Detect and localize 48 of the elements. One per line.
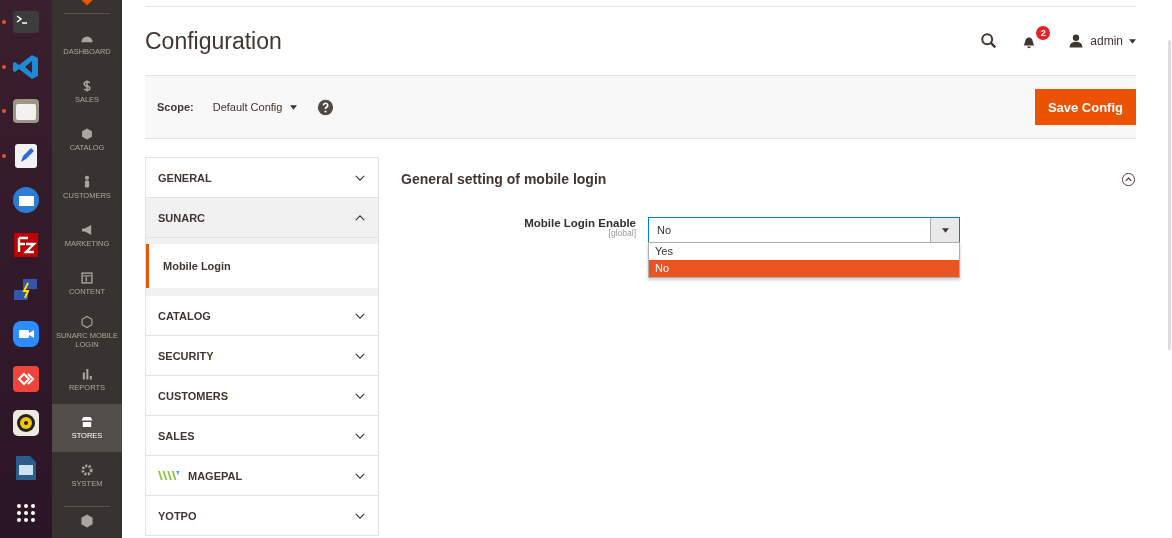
section-tab[interactable]: CUSTOMERS	[146, 376, 378, 416]
scope-label: Scope:	[157, 101, 194, 113]
section-tab[interactable]: CATALOG	[146, 296, 378, 336]
select-field[interactable]: No	[648, 217, 960, 243]
section-tab[interactable]: SALES	[146, 416, 378, 456]
section-tab[interactable]: YOTPO	[146, 496, 378, 536]
stores-icon	[80, 415, 94, 430]
scope-note: [global]	[608, 229, 636, 238]
chevron-up-icon	[355, 214, 365, 221]
dropdown-option[interactable]: No	[649, 260, 959, 277]
group-title: General setting of mobile login	[401, 171, 607, 187]
section-tab[interactable]: MAGEPAL	[146, 456, 378, 496]
scrollbar[interactable]	[1168, 40, 1171, 350]
search-icon[interactable]	[980, 32, 999, 50]
marketing-icon	[80, 223, 94, 238]
save-config-button[interactable]: Save Config	[1034, 89, 1136, 125]
chevron-down-icon	[355, 392, 365, 399]
notification-count: 2	[1036, 26, 1051, 40]
chevron-down-icon	[355, 352, 365, 359]
caret-icon	[1129, 38, 1136, 44]
chevron-down-icon	[355, 432, 365, 439]
field-label: Mobile Login Enable	[524, 217, 636, 229]
video-app-icon[interactable]	[11, 319, 41, 350]
page-title: Configuration	[145, 27, 282, 55]
catalog-icon	[80, 127, 94, 142]
collapse-icon[interactable]	[1121, 171, 1136, 187]
section-link[interactable]: Mobile Login	[146, 244, 378, 288]
remote-app-icon[interactable]	[11, 363, 41, 394]
chevron-down-icon	[355, 512, 365, 519]
scope-switcher[interactable]: Default Config	[212, 101, 298, 113]
user-icon	[1068, 33, 1085, 49]
stripes-logo-icon	[158, 470, 180, 481]
content-icon	[80, 271, 94, 286]
section-tab[interactable]: SECURITY	[146, 336, 378, 376]
section-tab[interactable]: SUNARC	[146, 198, 378, 238]
hexagon-icon	[80, 315, 94, 330]
chevron-down-icon	[355, 472, 365, 479]
chevron-down-icon	[355, 312, 365, 319]
caret-icon	[941, 227, 949, 233]
logo-icon	[80, 0, 94, 7]
mail-app-icon[interactable]	[11, 185, 41, 216]
chevron-down-icon	[355, 174, 365, 181]
user-menu[interactable]: admin	[1068, 33, 1136, 49]
dropdown-option[interactable]: Yes	[649, 243, 959, 260]
reports-icon	[80, 367, 94, 382]
help-icon[interactable]	[317, 98, 335, 116]
music-app-icon[interactable]	[11, 408, 41, 439]
caret-icon	[290, 104, 298, 110]
